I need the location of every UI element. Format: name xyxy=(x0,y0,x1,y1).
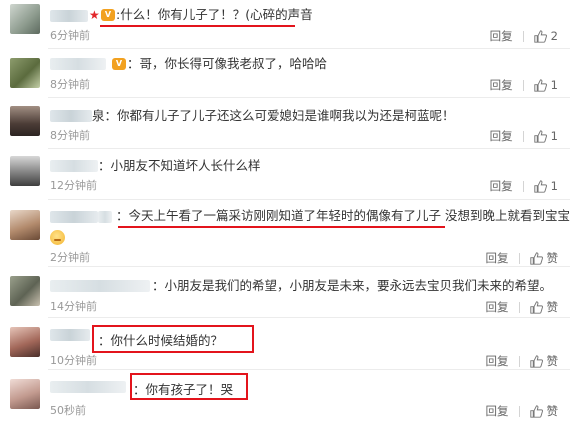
like-icon[interactable] xyxy=(529,354,543,368)
comment-text: 泉：你都有儿子了儿子还这么可爱媳妇是谁啊我以为还是柯蓝呢！ xyxy=(92,108,455,123)
avatar[interactable] xyxy=(10,210,40,240)
avatar[interactable] xyxy=(10,156,40,186)
action-divider xyxy=(518,405,520,417)
comment-text: ：小朋友不知道坏人长什么样 xyxy=(98,158,261,173)
like-icon[interactable] xyxy=(533,29,547,43)
like-label[interactable]: 赞 xyxy=(547,354,559,368)
comment-time: 8分钟前 xyxy=(50,129,90,142)
comment-text: ：今天上午看了一篇采访刚刚知道了年轻时的偶像有了儿子 没想到晚上就看到宝宝了 xyxy=(116,208,570,223)
highlight-box xyxy=(130,373,248,400)
avatar[interactable] xyxy=(10,58,40,88)
like-icon[interactable] xyxy=(529,300,543,314)
comment-text: ：哥，你长得可像我老叔了，哈哈哈 xyxy=(127,56,328,71)
action-divider xyxy=(522,180,524,192)
username[interactable] xyxy=(50,10,88,22)
like-icon[interactable] xyxy=(529,251,543,265)
comment-item: ：小朋友不知道坏人长什么样 12分钟前 回复 1 xyxy=(0,149,570,199)
vip-badge-icon: V xyxy=(112,58,126,70)
avatar[interactable] xyxy=(10,4,40,34)
like-icon[interactable] xyxy=(533,78,547,92)
action-divider xyxy=(518,355,520,367)
like-icon[interactable] xyxy=(529,404,543,418)
comment-item: ★ V :什么！你有儿子了！？(心碎的声音 6分钟前 回复 2 xyxy=(0,0,570,48)
comment-item: V ：哥，你长得可像我老叔了，哈哈哈 8分钟前 回复 1 xyxy=(0,49,570,97)
reply-button[interactable]: 回复 xyxy=(490,179,513,193)
action-divider xyxy=(518,252,520,264)
avatar[interactable] xyxy=(10,276,40,306)
comment-actions: 回复 2 xyxy=(490,29,558,43)
comment-time: 14分钟前 xyxy=(50,300,97,313)
comment-time: 50秒前 xyxy=(50,404,86,417)
username[interactable] xyxy=(50,110,92,122)
like-label[interactable]: 赞 xyxy=(547,300,559,314)
avatar[interactable] xyxy=(10,106,40,136)
highlight-underline xyxy=(100,25,295,27)
like-label[interactable]: 赞 xyxy=(547,251,559,265)
vip-badge-icon: V xyxy=(101,9,115,21)
reply-button[interactable]: 回复 xyxy=(486,251,509,265)
reply-button[interactable]: 回复 xyxy=(490,129,513,143)
reply-button[interactable]: 回复 xyxy=(486,354,509,368)
avatar[interactable] xyxy=(10,379,40,409)
comment-item: ：小朋友是我们的希望，小朋友是未来，要永远去宝贝我们未来的希望。 14分钟前 回… xyxy=(0,267,570,317)
like-icon[interactable] xyxy=(533,129,547,143)
comment-actions: 回复 1 xyxy=(490,78,558,92)
comment-text: ：小朋友是我们的希望，小朋友是未来，要永远去宝贝我们未来的希望。 xyxy=(152,278,553,293)
comment-actions: 回复 赞 xyxy=(486,300,559,314)
comment-item: ：今天上午看了一篇采访刚刚知道了年轻时的偶像有了儿子 没想到晚上就看到宝宝了 2… xyxy=(0,200,570,266)
comment-time: 10分钟前 xyxy=(50,354,97,367)
username[interactable] xyxy=(50,160,98,172)
username[interactable] xyxy=(50,211,98,223)
like-count: 1 xyxy=(550,78,558,92)
reply-button[interactable]: 回复 xyxy=(486,300,509,314)
comment-time: 8分钟前 xyxy=(50,78,90,91)
like-count: 2 xyxy=(550,29,558,43)
avatar[interactable] xyxy=(10,327,40,357)
username[interactable] xyxy=(50,329,90,341)
action-divider xyxy=(522,79,524,91)
comment-item: ：你有孩子了！哭 50秒前 回复 赞 xyxy=(0,370,570,421)
action-divider xyxy=(518,301,520,313)
reply-button[interactable]: 回复 xyxy=(490,29,513,43)
comment-actions: 回复 赞 xyxy=(486,251,559,265)
username[interactable] xyxy=(50,381,126,393)
comment-text: :什么！你有儿子了！？(心碎的声音 xyxy=(116,7,313,22)
reply-button[interactable]: 回复 xyxy=(490,78,513,92)
comment-time: 6分钟前 xyxy=(50,29,90,42)
like-label[interactable]: 赞 xyxy=(547,404,559,418)
comment-item: 泉：你都有儿子了儿子还这么可爱媳妇是谁啊我以为还是柯蓝呢！ 8分钟前 回复 1 xyxy=(0,98,570,148)
highlight-underline xyxy=(118,226,445,228)
username[interactable] xyxy=(50,280,150,292)
like-count: 1 xyxy=(550,129,558,143)
comment-actions: 回复 赞 xyxy=(486,354,559,368)
username[interactable] xyxy=(50,58,106,70)
username-ext xyxy=(98,211,112,223)
action-divider xyxy=(522,30,524,42)
star-icon: ★ xyxy=(89,8,100,22)
comment-time: 12分钟前 xyxy=(50,179,97,192)
action-divider xyxy=(522,130,524,142)
reply-button[interactable]: 回复 xyxy=(486,404,509,418)
like-icon[interactable] xyxy=(533,179,547,193)
highlight-box xyxy=(92,325,254,353)
comment-item: ：你什么时候结婚的？ 10分钟前 回复 赞 xyxy=(0,318,570,369)
emoji-icon xyxy=(50,230,65,245)
comment-actions: 回复 1 xyxy=(490,129,558,143)
comment-actions: 回复 赞 xyxy=(486,404,559,418)
comment-actions: 回复 1 xyxy=(490,179,558,193)
like-count: 1 xyxy=(550,179,558,193)
comment-time: 2分钟前 xyxy=(50,251,90,264)
